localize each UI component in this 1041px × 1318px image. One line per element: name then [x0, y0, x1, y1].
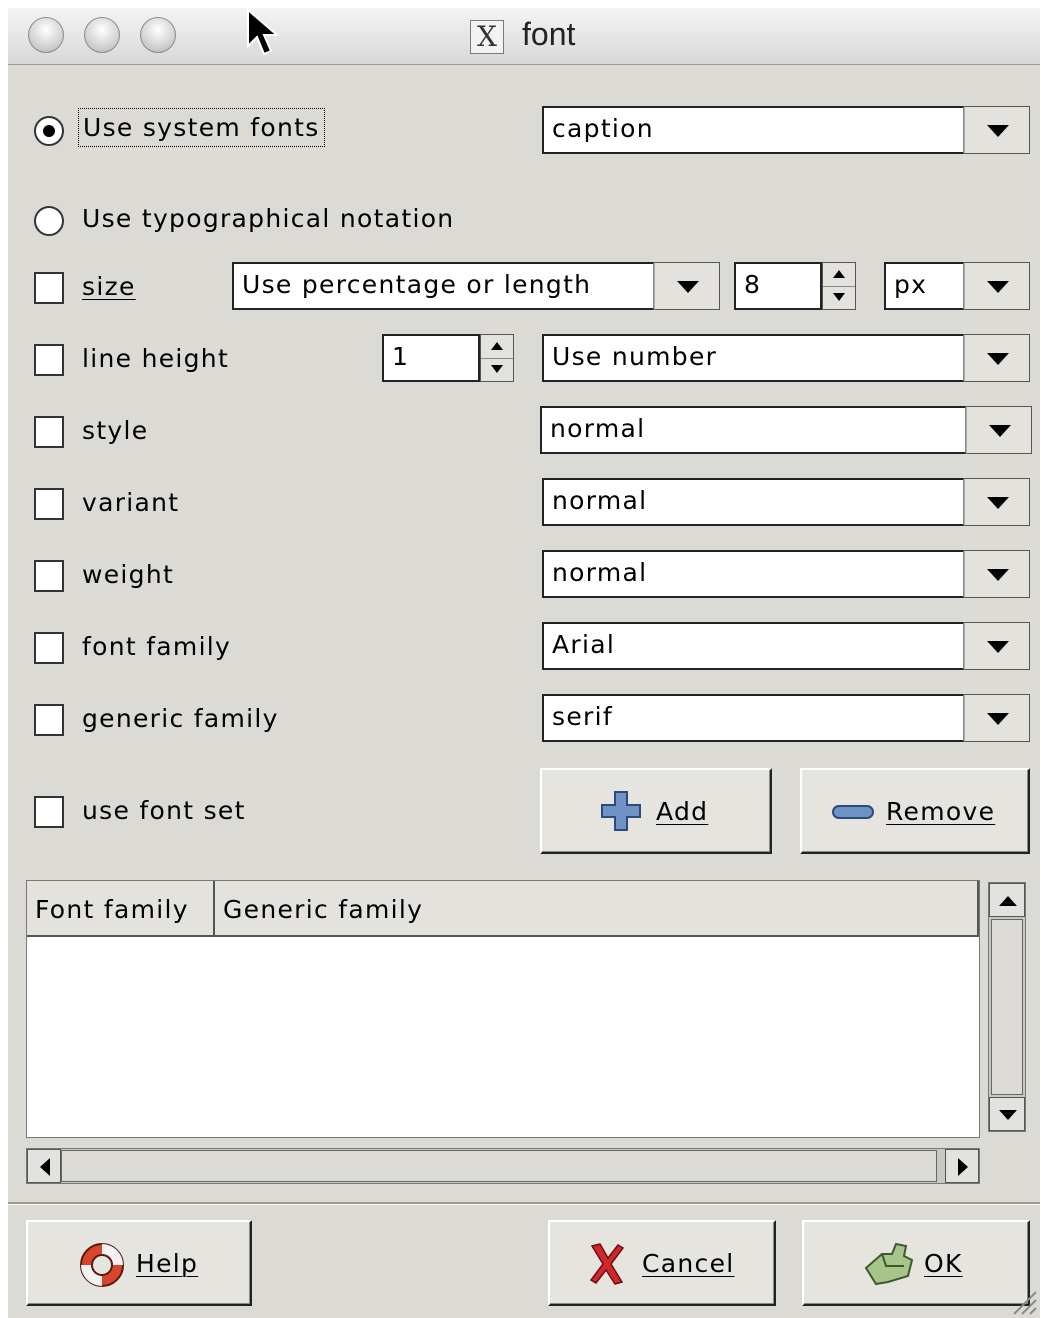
style-value[interactable]: normal: [540, 406, 966, 454]
scroll-down-button[interactable]: [989, 1097, 1025, 1131]
weight-combo[interactable]: normal: [542, 550, 1030, 598]
line-height-checkbox[interactable]: [34, 344, 64, 376]
weight-label: weight: [82, 560, 175, 589]
remove-label: Remove: [886, 796, 996, 826]
font-set-label: use font set: [82, 796, 246, 825]
scroll-up-icon: [999, 896, 1017, 906]
horizontal-scroll-thumb[interactable]: [61, 1150, 937, 1182]
variant-label: variant: [82, 488, 180, 517]
title-bar[interactable]: X font: [8, 8, 1040, 65]
plus-icon: [601, 791, 641, 831]
cancel-label: Cancel: [642, 1248, 735, 1278]
chevron-down-icon[interactable]: [964, 262, 1030, 310]
scroll-left-icon: [40, 1158, 50, 1176]
size-checkbox[interactable]: [34, 272, 64, 304]
chevron-down-icon[interactable]: [964, 550, 1030, 598]
variant-value[interactable]: normal: [542, 478, 964, 526]
size-unit-combo[interactable]: px: [884, 262, 1030, 310]
system-font-value[interactable]: caption: [542, 106, 964, 154]
separator: [8, 1202, 1040, 1205]
font-family-table[interactable]: Font family Generic family: [26, 880, 980, 1138]
weight-value[interactable]: normal: [542, 550, 964, 598]
window-title: font: [522, 16, 576, 52]
font-family-combo[interactable]: Arial: [542, 622, 1030, 670]
chevron-down-icon[interactable]: [964, 106, 1030, 154]
vertical-scrollbar[interactable]: [988, 882, 1026, 1132]
horizontal-scrollbar[interactable]: [26, 1148, 980, 1184]
scroll-left-button[interactable]: [27, 1149, 61, 1183]
style-label: style: [82, 416, 149, 445]
size-spin[interactable]: 8: [734, 262, 856, 310]
size-stepper[interactable]: [822, 262, 856, 310]
lifebuoy-icon: [80, 1243, 124, 1287]
chevron-down-icon[interactable]: [966, 406, 1032, 454]
typographical-radio[interactable]: [34, 206, 64, 236]
x11-icon: X: [470, 20, 504, 54]
ok-hand-icon: [864, 1242, 914, 1286]
size-mode-value[interactable]: Use percentage or length: [232, 262, 654, 310]
chevron-down-icon[interactable]: [964, 622, 1030, 670]
weight-checkbox[interactable]: [34, 560, 64, 592]
line-height-spin[interactable]: 1: [382, 334, 514, 382]
chevron-down-icon[interactable]: [964, 694, 1030, 742]
column-header-font-family[interactable]: Font family: [27, 881, 215, 937]
help-label: Help: [136, 1248, 199, 1278]
scroll-right-icon: [958, 1158, 968, 1176]
size-mode-combo[interactable]: Use percentage or length: [232, 262, 720, 310]
chevron-down-icon[interactable]: [964, 478, 1030, 526]
spin-down-icon[interactable]: [823, 286, 855, 309]
spin-up-icon[interactable]: [481, 335, 513, 359]
style-combo[interactable]: normal: [540, 406, 1032, 454]
style-checkbox[interactable]: [34, 416, 64, 448]
font-family-checkbox[interactable]: [34, 632, 64, 664]
help-button[interactable]: Help: [26, 1220, 252, 1306]
variant-combo[interactable]: normal: [542, 478, 1030, 526]
chevron-down-icon[interactable]: [654, 262, 720, 310]
font-family-label: font family: [82, 632, 232, 661]
font-family-value[interactable]: Arial: [542, 622, 964, 670]
generic-family-checkbox[interactable]: [34, 704, 64, 736]
system-fonts-label[interactable]: Use system fonts: [78, 108, 325, 147]
scroll-down-icon: [999, 1110, 1017, 1120]
spin-up-icon[interactable]: [823, 263, 855, 287]
variant-checkbox[interactable]: [34, 488, 64, 520]
spin-down-icon[interactable]: [481, 358, 513, 381]
minimize-window-button[interactable]: [84, 17, 120, 53]
line-height-stepper[interactable]: [480, 334, 514, 382]
generic-family-label: generic family: [82, 704, 279, 733]
remove-button[interactable]: Remove: [800, 768, 1030, 854]
generic-family-value[interactable]: serif: [542, 694, 964, 742]
line-height-label: line height: [82, 344, 230, 373]
size-value[interactable]: 8: [734, 262, 822, 310]
vertical-scroll-thumb[interactable]: [991, 919, 1023, 1095]
ok-label: OK: [924, 1248, 963, 1278]
scroll-right-button[interactable]: [945, 1149, 979, 1183]
size-unit-value[interactable]: px: [884, 262, 964, 310]
close-window-button[interactable]: [28, 17, 64, 53]
add-label: Add: [656, 796, 709, 826]
line-height-mode-value[interactable]: Use number: [542, 334, 964, 382]
line-height-value[interactable]: 1: [382, 334, 480, 382]
system-font-combo[interactable]: caption: [542, 106, 1030, 154]
font-dialog: X font Use system fonts caption Use typo…: [8, 8, 1040, 1318]
font-set-checkbox[interactable]: [34, 796, 64, 828]
typographical-label[interactable]: Use typographical notation: [82, 204, 454, 233]
scroll-up-button[interactable]: [989, 883, 1025, 917]
minus-icon: [832, 805, 874, 819]
size-label: size: [82, 272, 136, 301]
x-cancel-icon: [589, 1243, 625, 1285]
column-header-generic-family[interactable]: Generic family: [215, 881, 979, 937]
chevron-down-icon[interactable]: [964, 334, 1030, 382]
zoom-window-button[interactable]: [140, 17, 176, 53]
ok-button[interactable]: OK: [802, 1220, 1030, 1306]
add-button[interactable]: Add: [540, 768, 772, 854]
cancel-button[interactable]: Cancel: [548, 1220, 776, 1306]
generic-family-combo[interactable]: serif: [542, 694, 1030, 742]
system-fonts-radio[interactable]: [34, 116, 64, 146]
line-height-mode-combo[interactable]: Use number: [542, 334, 1030, 382]
resize-grip-icon[interactable]: [1008, 1286, 1038, 1316]
mouse-pointer-icon: [247, 8, 280, 56]
